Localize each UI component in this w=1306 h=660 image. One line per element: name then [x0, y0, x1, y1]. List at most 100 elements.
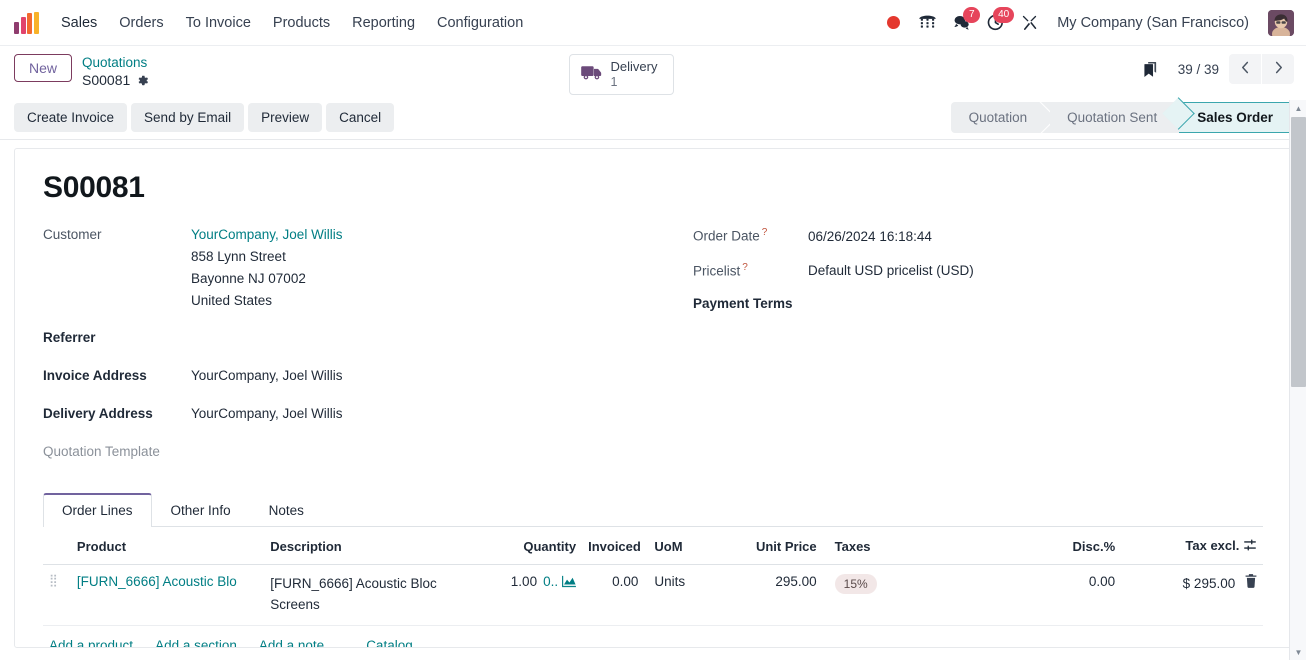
- field-referrer: Referrer: [43, 330, 653, 345]
- field-invoice-address-value[interactable]: YourCompany, Joel Willis: [191, 368, 343, 383]
- customer-address-line-2: Bayonne NJ 07002: [191, 271, 306, 287]
- cell-discount[interactable]: 0.00: [983, 564, 1122, 627]
- cell-unit-price[interactable]: 295.00: [728, 564, 823, 627]
- form-sheet-wrapper: S00081 Customer YourCompany, Joel Willis…: [0, 140, 1306, 649]
- gear-icon[interactable]: [136, 74, 149, 87]
- header-unit-price[interactable]: Unit Price: [728, 527, 823, 566]
- status-stage-quotation-sent-label: Quotation Sent: [1067, 110, 1158, 126]
- header-discount[interactable]: Disc.%: [983, 527, 1122, 566]
- header-taxes[interactable]: Taxes: [822, 527, 984, 566]
- nav-menu-reporting[interactable]: Reporting: [341, 9, 426, 37]
- new-record-button[interactable]: New: [14, 54, 73, 82]
- cell-uom[interactable]: Units: [644, 564, 729, 627]
- field-order-date-value[interactable]: 06/26/2024 16:18:44: [808, 229, 932, 244]
- status-bar: Quotation Quotation Sent Sales Order: [950, 102, 1294, 134]
- pager-value: 39 / 39: [1177, 61, 1219, 77]
- messages-count-badge: 7: [963, 6, 981, 23]
- tax-badge: 15%: [834, 574, 877, 595]
- form-sheet: S00081 Customer YourCompany, Joel Willis…: [14, 148, 1292, 649]
- order-date-help-icon[interactable]: ?: [762, 227, 768, 238]
- table-row[interactable]: ⣿ [FURN_6666] Acoustic Blo [FURN_6666] A…: [43, 564, 1263, 627]
- form-column-right: Order Date? 06/26/2024 16:18:44 Pricelis…: [653, 227, 1263, 475]
- scroll-down-arrow-icon[interactable]: ▼: [1290, 644, 1306, 660]
- field-invoice-address: Invoice Address YourCompany, Joel Willis: [43, 368, 653, 383]
- smart-button-delivery-count: 1: [610, 74, 618, 89]
- trash-icon[interactable]: [1239, 574, 1257, 591]
- field-quotation-template: Quotation Template: [43, 444, 653, 459]
- field-delivery-address-value[interactable]: YourCompany, Joel Willis: [191, 406, 343, 421]
- pager-next-button[interactable]: [1262, 54, 1294, 84]
- column-options-icon[interactable]: [1243, 539, 1257, 555]
- tab-notes[interactable]: Notes: [250, 493, 323, 527]
- field-customer: Customer YourCompany, Joel Willis: [43, 227, 653, 242]
- bookmark-icon[interactable]: [1133, 57, 1168, 82]
- vertical-scrollbar[interactable]: ▲ ▼: [1289, 100, 1306, 660]
- breadcrumb-current: S00081: [82, 72, 149, 90]
- header-invoiced[interactable]: Invoiced: [582, 527, 645, 566]
- tab-other-info[interactable]: Other Info: [152, 493, 250, 527]
- drag-handle-icon[interactable]: ⣿: [49, 574, 65, 586]
- field-payment-terms-label: Payment Terms: [693, 296, 793, 312]
- status-stage-sales-order-label: Sales Order: [1197, 110, 1273, 126]
- pricelist-help-icon[interactable]: ?: [742, 262, 748, 273]
- add-a-product-link[interactable]: Add a product: [49, 638, 133, 647]
- nav-app-name[interactable]: Sales: [50, 9, 108, 37]
- cancel-button[interactable]: Cancel: [326, 103, 395, 133]
- send-by-email-button[interactable]: Send by Email: [131, 103, 245, 133]
- forecast-chart-icon[interactable]: [561, 576, 577, 591]
- nav-menu-products[interactable]: Products: [262, 9, 341, 37]
- cell-tax-excl: $ 295.00: [1121, 564, 1263, 627]
- tab-order-lines[interactable]: Order Lines: [43, 493, 152, 528]
- chevron-right-icon: [1273, 61, 1284, 77]
- scrollbar-thumb[interactable]: [1291, 117, 1306, 387]
- odoo-logo-icon[interactable]: [14, 11, 40, 34]
- cell-invoiced[interactable]: 0.00: [582, 564, 645, 627]
- form-fields-grid: Customer YourCompany, Joel Willis 858 Ly…: [43, 227, 1263, 475]
- pager-previous-button[interactable]: [1229, 54, 1261, 84]
- wrench-tools-icon[interactable]: [1014, 8, 1044, 38]
- nav-menu-configuration[interactable]: Configuration: [426, 9, 534, 37]
- breadcrumb-parent-quotations[interactable]: Quotations: [82, 55, 149, 72]
- add-a-section-link[interactable]: Add a section: [155, 638, 237, 647]
- header-quantity[interactable]: Quantity: [479, 527, 583, 566]
- odoo-sales-order-page: Sales Orders To Invoice Products Reporti…: [0, 0, 1306, 660]
- chat-bubble-icon[interactable]: 7: [946, 6, 981, 38]
- nav-menu-to-invoice[interactable]: To Invoice: [175, 9, 262, 37]
- status-stage-quotation-sent[interactable]: Quotation Sent: [1049, 102, 1179, 133]
- action-buttons: Create Invoice Send by Email Preview Can…: [14, 103, 395, 133]
- catalog-link[interactable]: Catalog: [366, 638, 413, 647]
- customer-address-block: 858 Lynn Street Bayonne NJ 07002 United …: [191, 249, 653, 308]
- cell-taxes[interactable]: 15%: [822, 564, 984, 627]
- status-stage-quotation[interactable]: Quotation: [951, 102, 1050, 133]
- add-a-note-link[interactable]: Add a note: [259, 638, 324, 647]
- phone-dialpad-icon[interactable]: [912, 8, 942, 38]
- header-product[interactable]: Product: [70, 527, 265, 566]
- field-customer-value[interactable]: YourCompany, Joel Willis: [191, 227, 343, 242]
- cell-quantity-extra: 0..: [543, 574, 559, 590]
- page-title: S00081: [43, 171, 145, 205]
- nav-menu-orders[interactable]: Orders: [108, 9, 174, 37]
- cell-description[interactable]: [FURN_6666] Acoustic Bloc Screens: [264, 564, 479, 627]
- preview-button[interactable]: Preview: [248, 103, 323, 133]
- field-order-date: Order Date? 06/26/2024 16:18:44: [693, 227, 1263, 244]
- clock-activity-icon[interactable]: 40: [980, 6, 1015, 38]
- avatar[interactable]: [1268, 9, 1294, 36]
- status-stage-sales-order[interactable]: Sales Order: [1179, 102, 1294, 134]
- smart-button-delivery[interactable]: Delivery 1: [568, 54, 674, 96]
- cell-product-link[interactable]: [FURN_6666] Acoustic Blo: [77, 574, 258, 589]
- control-panel: New Quotations S00081 Delivery 1 39 / 39…: [0, 46, 1306, 141]
- field-pricelist-value[interactable]: Default USD pricelist (USD): [808, 263, 974, 278]
- record-dot-icon[interactable]: [878, 8, 908, 38]
- field-pricelist-label: Pricelist?: [693, 262, 808, 279]
- create-invoice-button[interactable]: Create Invoice: [14, 103, 128, 133]
- header-description[interactable]: Description: [264, 527, 479, 566]
- header-tax-excl: Tax excl.: [1121, 527, 1263, 566]
- field-order-date-label: Order Date?: [693, 227, 808, 244]
- cell-product[interactable]: [FURN_6666] Acoustic Blo: [70, 564, 265, 627]
- cell-quantity[interactable]: 1.00 0..: [479, 564, 583, 627]
- smart-button-delivery-label: Delivery: [610, 59, 658, 74]
- header-uom[interactable]: UoM: [644, 527, 729, 566]
- field-payment-terms: Payment Terms: [693, 296, 1263, 311]
- scroll-up-arrow-icon[interactable]: ▲: [1290, 100, 1306, 116]
- company-switcher[interactable]: My Company (San Francisco): [1048, 10, 1258, 36]
